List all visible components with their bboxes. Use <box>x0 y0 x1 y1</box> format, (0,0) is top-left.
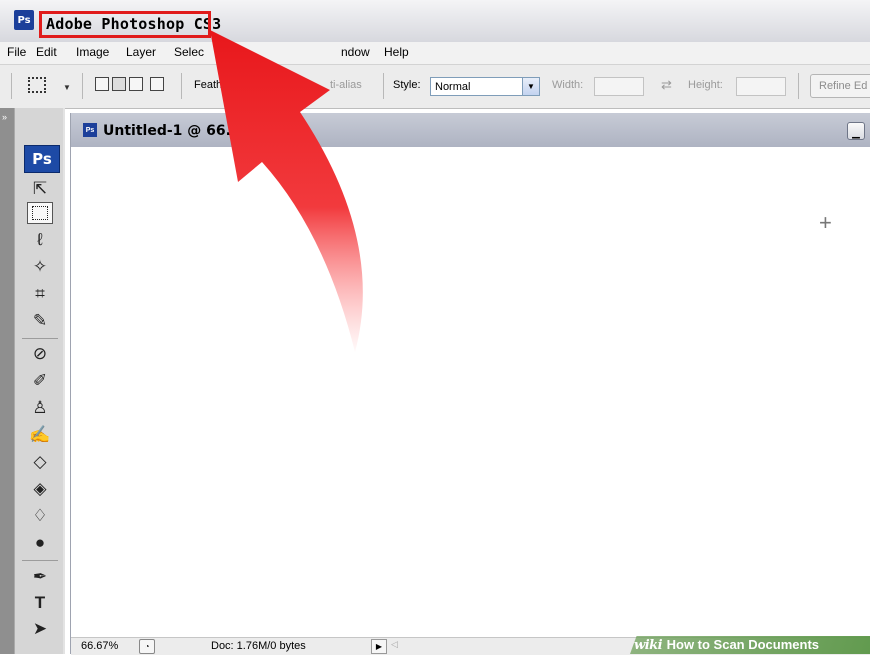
status-info-icon[interactable]: ◔ <box>139 639 155 654</box>
style-select[interactable]: Normal ▼ <box>430 77 540 96</box>
blur-icon[interactable]: ♢ <box>27 505 53 527</box>
menu-image[interactable]: Image <box>76 45 109 59</box>
brush-icon[interactable]: ✐ <box>27 370 53 392</box>
eraser-icon[interactable]: ◇ <box>27 451 53 473</box>
swap-icon[interactable]: ⇄ <box>661 77 672 93</box>
height-input[interactable] <box>736 77 786 96</box>
crop-icon[interactable]: ⌗ <box>27 283 53 305</box>
menu-help[interactable]: Help <box>384 45 409 59</box>
healing-brush-icon[interactable]: ⊘ <box>27 343 53 365</box>
refine-edge-button[interactable]: Refine Ed <box>810 74 870 98</box>
width-label: Width: <box>552 79 584 91</box>
lasso-icon[interactable]: ℓ <box>27 229 53 251</box>
chevron-down-icon[interactable]: ▼ <box>522 78 539 95</box>
title-bar: Ps Adobe Photoshop CS3 <box>0 0 870 42</box>
height-label: Height: <box>688 79 723 91</box>
watermark-text: How to Scan Documents <box>666 637 820 652</box>
anti-alias-label: ti-alias <box>330 79 362 91</box>
type-icon[interactable]: T <box>27 592 53 614</box>
watermark-wiki: wiki <box>634 638 663 653</box>
expand-icon[interactable]: » <box>0 108 14 128</box>
width-input[interactable] <box>594 77 644 96</box>
title-highlight-box <box>39 11 211 38</box>
add-to-selection-icon[interactable] <box>112 77 126 91</box>
menu-window[interactable]: ndow <box>341 45 370 59</box>
zoom-level[interactable]: 66.67% <box>81 640 118 652</box>
menu-bar: File Edit Image Layer Selec ndow Help <box>0 42 870 65</box>
photoshop-app-icon: Ps <box>14 10 34 30</box>
menu-edit[interactable]: Edit <box>36 45 57 59</box>
separator <box>798 73 799 99</box>
menu-select[interactable]: Selec <box>174 45 204 59</box>
separator <box>22 338 58 339</box>
path-selection-icon[interactable]: ➤ <box>27 618 53 640</box>
menu-file[interactable]: File <box>7 45 26 59</box>
chevron-down-icon[interactable]: ▼ <box>63 83 71 92</box>
dodge-icon[interactable]: ● <box>27 532 53 554</box>
paint-bucket-icon[interactable]: ◈ <box>27 478 53 500</box>
menu-layer[interactable]: Layer <box>126 45 156 59</box>
scroll-left-icon[interactable]: ◁ <box>391 639 398 650</box>
document-title: Untitled-1 @ 66. <box>103 123 231 139</box>
rectangular-marquee-icon[interactable] <box>27 202 53 224</box>
crosshair-cursor-icon: + <box>819 210 832 235</box>
pen-icon[interactable]: ✒ <box>27 566 53 588</box>
options-bar: ▼ Feath ti-alias Style: Normal ▼ Width: … <box>0 65 870 109</box>
slice-icon[interactable]: ✎ <box>27 310 53 332</box>
options-grip <box>11 73 12 99</box>
tool-preset-picker-icon[interactable] <box>28 77 46 93</box>
separator <box>82 73 83 99</box>
document-ps-icon: Ps <box>83 123 97 137</box>
clone-stamp-icon[interactable]: ♙ <box>27 397 53 419</box>
document-window: Ps Untitled-1 @ 66. ▁ + 66.67% ◔ Doc: 1.… <box>70 113 870 655</box>
document-title-bar[interactable]: Ps Untitled-1 @ 66. ▁ <box>71 113 870 147</box>
minimize-icon[interactable]: ▁ <box>847 122 865 140</box>
intersect-selection-icon[interactable] <box>150 77 164 91</box>
magic-wand-icon[interactable]: ✧ <box>27 256 53 278</box>
separator <box>22 560 58 561</box>
toolbox-side: » <box>0 108 14 654</box>
move-icon[interactable]: ⇱ <box>27 178 53 200</box>
style-label: Style: <box>393 79 421 91</box>
separator <box>181 73 182 99</box>
status-menu-arrow-icon[interactable]: ▶ <box>371 639 387 654</box>
subtract-from-selection-icon[interactable] <box>129 77 143 91</box>
wikihow-watermark: wiki How to Scan Documents <box>634 637 819 653</box>
feather-label: Feath <box>194 79 223 91</box>
new-selection-icon[interactable] <box>95 77 109 91</box>
canvas[interactable]: + <box>71 147 870 637</box>
photoshop-logo[interactable]: Ps <box>24 145 60 173</box>
document-info: Doc: 1.76M/0 bytes <box>211 640 306 652</box>
style-select-value: Normal <box>435 81 471 93</box>
history-brush-icon[interactable]: ✍ <box>27 424 53 446</box>
separator <box>383 73 384 99</box>
